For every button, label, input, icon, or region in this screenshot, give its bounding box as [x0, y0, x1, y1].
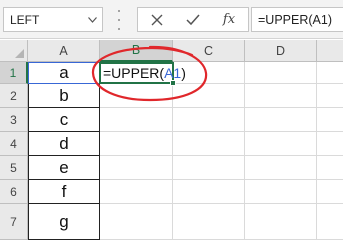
cell-e5[interactable]: [317, 156, 343, 180]
cell-b4[interactable]: [100, 132, 173, 156]
cell-a6[interactable]: f: [28, 180, 100, 204]
cell-b2[interactable]: [100, 84, 173, 108]
check-icon: [186, 14, 200, 25]
cell-b1-formula: =UPPER(A1): [103, 65, 186, 81]
cell-c3[interactable]: [173, 108, 245, 132]
formula-suffix: ): [181, 65, 186, 81]
formula-bar: LEFT fx =UPPER(A1): [0, 0, 343, 39]
cell-a3[interactable]: c: [28, 108, 100, 132]
column-header-e[interactable]: [317, 40, 343, 62]
formula-buttons: fx: [137, 7, 249, 32]
cell-e3[interactable]: [317, 108, 343, 132]
cancel-button[interactable]: [142, 8, 172, 31]
select-all-button[interactable]: [0, 40, 28, 62]
cell-e7[interactable]: [317, 204, 343, 240]
name-box-value: LEFT: [10, 13, 40, 27]
name-box[interactable]: LEFT: [3, 7, 103, 32]
formula-reference: A1: [164, 65, 182, 81]
cell-e6[interactable]: [317, 180, 343, 204]
row-header-6[interactable]: 6: [0, 180, 28, 204]
cell-c2[interactable]: [173, 84, 245, 108]
formula-text: =UPPER(A1): [258, 13, 332, 27]
row-header-5[interactable]: 5: [0, 156, 28, 180]
column-header-a[interactable]: A: [28, 40, 100, 62]
cell-e1[interactable]: [317, 62, 343, 84]
formula-prefix: =UPPER(: [103, 65, 165, 81]
cell-a2[interactable]: b: [28, 84, 100, 108]
drag-handle-icon[interactable]: [114, 10, 124, 30]
cell-c7[interactable]: [173, 204, 245, 240]
cell-d2[interactable]: [245, 84, 317, 108]
cell-c4[interactable]: [173, 132, 245, 156]
cell-d3[interactable]: [245, 108, 317, 132]
row-header-4[interactable]: 4: [0, 132, 28, 156]
cell-b5[interactable]: [100, 156, 173, 180]
row-header-2[interactable]: 2: [0, 84, 28, 108]
row-header-7[interactable]: 7: [0, 204, 28, 240]
cell-c5[interactable]: [173, 156, 245, 180]
fx-label: fx: [222, 12, 236, 27]
cell-b7[interactable]: [100, 204, 173, 240]
fill-handle[interactable]: [170, 80, 176, 86]
cell-a4[interactable]: d: [28, 132, 100, 156]
column-header-d[interactable]: D: [245, 40, 317, 62]
close-icon: [151, 14, 163, 25]
sheet-grid: A B C D 1 2 3 4 5 6 7 a b c d e f g =UPP…: [0, 40, 343, 240]
cell-a7[interactable]: g: [28, 204, 100, 240]
cell-d6[interactable]: [245, 180, 317, 204]
cell-e4[interactable]: [317, 132, 343, 156]
column-header-c[interactable]: C: [173, 40, 245, 62]
row-header-3[interactable]: 3: [0, 108, 28, 132]
cell-a5[interactable]: e: [28, 156, 100, 180]
row-header-1[interactable]: 1: [0, 62, 28, 84]
cell-b3[interactable]: [100, 108, 173, 132]
cell-e2[interactable]: [317, 84, 343, 108]
cell-c6[interactable]: [173, 180, 245, 204]
cell-b6[interactable]: [100, 180, 173, 204]
cell-d5[interactable]: [245, 156, 317, 180]
cell-d4[interactable]: [245, 132, 317, 156]
formula-input[interactable]: =UPPER(A1): [251, 7, 343, 32]
column-header-b[interactable]: B: [100, 40, 173, 62]
cell-a1[interactable]: a: [28, 62, 100, 84]
cell-d1[interactable]: [245, 62, 317, 84]
cell-b1-editing[interactable]: =UPPER(A1): [99, 62, 186, 86]
enter-button[interactable]: [178, 8, 208, 31]
chevron-down-icon[interactable]: [82, 8, 102, 31]
cell-d7[interactable]: [245, 204, 317, 240]
insert-function-button[interactable]: fx: [214, 8, 244, 31]
